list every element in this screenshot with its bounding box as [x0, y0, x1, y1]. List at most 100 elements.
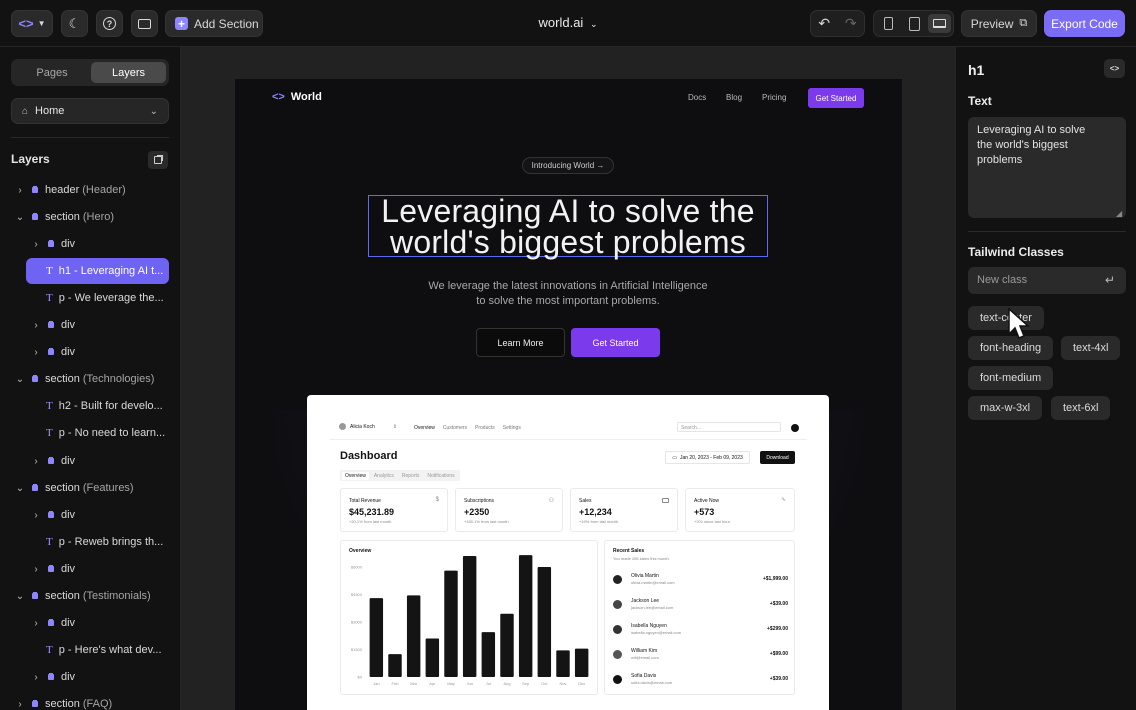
- chevron-right-icon[interactable]: ›: [31, 320, 41, 331]
- layer-section-testimonials[interactable]: ⌄ section (Testimonials): [0, 585, 180, 607]
- chevron-right-icon[interactable]: ›: [31, 618, 41, 629]
- layer-h2[interactable]: T h2 - Built for develo...: [0, 395, 180, 417]
- get-started-button[interactable]: Get Started: [571, 328, 660, 357]
- layer-div[interactable]: › div: [0, 612, 180, 634]
- class-chip[interactable]: text-6xl: [1051, 396, 1111, 420]
- layer-p[interactable]: T p - We leverage the...: [0, 287, 180, 309]
- tab-layers[interactable]: Layers: [91, 62, 166, 83]
- layer-p[interactable]: T p - Reweb brings th...: [0, 531, 180, 553]
- site-logo[interactable]: <> World: [272, 91, 322, 103]
- page-select[interactable]: ⌂ Home ⌄: [11, 98, 169, 124]
- layer-p[interactable]: T p - Here's what dev...: [0, 639, 180, 661]
- dash-download-button[interactable]: Download: [760, 451, 795, 464]
- undo-redo-group: ↶ ↷: [810, 10, 865, 37]
- export-code-button[interactable]: Export Code: [1044, 10, 1125, 37]
- layer-div[interactable]: › div: [0, 450, 180, 472]
- redo-icon[interactable]: ↷: [838, 15, 865, 32]
- class-chip[interactable]: font-medium: [968, 366, 1054, 390]
- class-chip[interactable]: max-w-3xl: [968, 396, 1043, 420]
- chevron-right-icon[interactable]: ›: [31, 347, 41, 358]
- collapse-all-button[interactable]: [148, 151, 168, 169]
- bar-sep: [518, 555, 533, 677]
- resize-handle-icon[interactable]: ◢: [1116, 209, 1122, 218]
- chevron-down-icon[interactable]: ⌄: [15, 591, 25, 602]
- stat-value: $45,231.89: [349, 507, 395, 517]
- stat-label: Active Now: [694, 498, 720, 504]
- dash-nav-overview[interactable]: Overview: [414, 425, 435, 431]
- chevron-right-icon[interactable]: ›: [31, 564, 41, 575]
- x-tick-label: Nov: [559, 681, 566, 686]
- text-content-textarea[interactable]: Leveraging AI to solve the world's bigge…: [968, 117, 1126, 218]
- preview-button[interactable]: Preview ⧉: [961, 10, 1037, 37]
- class-chip[interactable]: text-4xl: [1061, 336, 1121, 360]
- view-code-button[interactable]: <>: [1104, 59, 1125, 78]
- chevron-right-icon[interactable]: ›: [15, 699, 25, 710]
- layer-div[interactable]: › div: [0, 504, 180, 526]
- layer-div[interactable]: › div: [0, 341, 180, 363]
- text-section-label: Text: [968, 94, 992, 108]
- layer-section-hero[interactable]: ⌄ section (Hero): [0, 206, 180, 228]
- layer-h1-selected[interactable]: T h1 - Leveraging AI t...: [26, 258, 169, 284]
- layer-sublabel: (Testimonials): [82, 590, 151, 602]
- dash-search[interactable]: Search...: [677, 422, 781, 432]
- calendar-icon: ▭: [672, 454, 677, 461]
- layer-label: div: [61, 617, 76, 629]
- new-class-input[interactable]: New class: [968, 267, 1126, 294]
- text-type-icon: T: [46, 536, 53, 548]
- tab-pages[interactable]: Pages: [14, 62, 90, 83]
- overview-title: Overview: [349, 548, 372, 554]
- sale-name: Jackson Lee: [631, 598, 660, 604]
- dash-tab-overview[interactable]: Overview: [342, 471, 369, 480]
- dash-date-picker[interactable]: ▭ Jan 20, 2023 - Feb 09, 2023: [665, 451, 750, 464]
- dash-tab-reports[interactable]: Reports: [399, 472, 423, 480]
- hero-paragraph-line: to solve the most important problems.: [476, 295, 660, 307]
- chevron-down-icon[interactable]: ⌄: [15, 374, 25, 385]
- desktop-view-icon[interactable]: [928, 14, 951, 33]
- site-nav-cta-button[interactable]: Get Started: [808, 88, 864, 108]
- layer-section-faq[interactable]: › section (FAQ): [0, 693, 180, 710]
- layer-div[interactable]: › div: [0, 314, 180, 336]
- layer-div[interactable]: › div: [0, 666, 180, 688]
- layer-div[interactable]: › div: [0, 558, 180, 580]
- sale-row: Isabella Nguyen isabella.nguyen@email.co…: [613, 623, 788, 637]
- bar-feb: [388, 654, 402, 677]
- learn-more-button[interactable]: Learn More: [476, 328, 565, 357]
- site-nav-docs[interactable]: Docs: [688, 93, 706, 102]
- layer-div[interactable]: › div: [0, 233, 180, 255]
- tablet-view-icon[interactable]: [909, 16, 920, 31]
- site-nav-blog[interactable]: Blog: [726, 93, 742, 102]
- bar-dec: [574, 648, 589, 677]
- layer-label: section: [45, 482, 80, 494]
- layer-p[interactable]: T p - No need to learn...: [0, 422, 180, 444]
- chevron-down-icon[interactable]: ⌄: [15, 483, 25, 494]
- layer-header[interactable]: › header (Header): [0, 179, 180, 201]
- sale-amount: +$39.00: [769, 676, 788, 682]
- dash-tab-notifications[interactable]: Notifications: [424, 472, 457, 480]
- site-preview: <> World Docs Blog Pricing Get Started I…: [235, 79, 902, 710]
- mobile-view-icon[interactable]: [884, 17, 893, 30]
- element-icon: [48, 349, 54, 355]
- undo-icon[interactable]: ↶: [811, 15, 838, 32]
- chevron-right-icon[interactable]: ›: [31, 456, 41, 467]
- announcement-pill[interactable]: Introducing World →: [522, 157, 614, 174]
- overview-bar-chart: $6000 $4500 $3000 $1500 $0 Jan Feb Mar Apr May Jun…: [351, 555, 589, 686]
- layer-label: div: [61, 671, 76, 683]
- stat-sub: +201 since last hour: [694, 519, 730, 524]
- element-icon: [48, 674, 54, 680]
- chevron-right-icon[interactable]: ›: [31, 672, 41, 683]
- dash-nav-products[interactable]: Products: [475, 425, 495, 431]
- sale-amount: +$39.00: [769, 601, 788, 607]
- layer-section-technologies[interactable]: ⌄ section (Technologies): [0, 368, 180, 390]
- dash-nav-settings[interactable]: Settings: [503, 425, 521, 431]
- chevron-right-icon[interactable]: ›: [15, 185, 25, 196]
- dash-user-switcher[interactable]: Alicia Koch ⇕: [339, 423, 397, 430]
- layer-section-features[interactable]: ⌄ section (Features): [0, 477, 180, 499]
- chevron-right-icon[interactable]: ›: [31, 510, 41, 521]
- chevron-right-icon[interactable]: ›: [31, 239, 41, 250]
- y-tick-label: $6000: [351, 565, 363, 570]
- chevron-down-icon[interactable]: ⌄: [15, 212, 25, 223]
- dash-nav-customers[interactable]: Customers: [443, 425, 467, 431]
- dash-tab-analytics[interactable]: Analytics: [371, 472, 397, 480]
- site-nav-pricing[interactable]: Pricing: [762, 93, 786, 102]
- hero-heading[interactable]: Leveraging AI to solve the world's bigge…: [368, 195, 768, 258]
